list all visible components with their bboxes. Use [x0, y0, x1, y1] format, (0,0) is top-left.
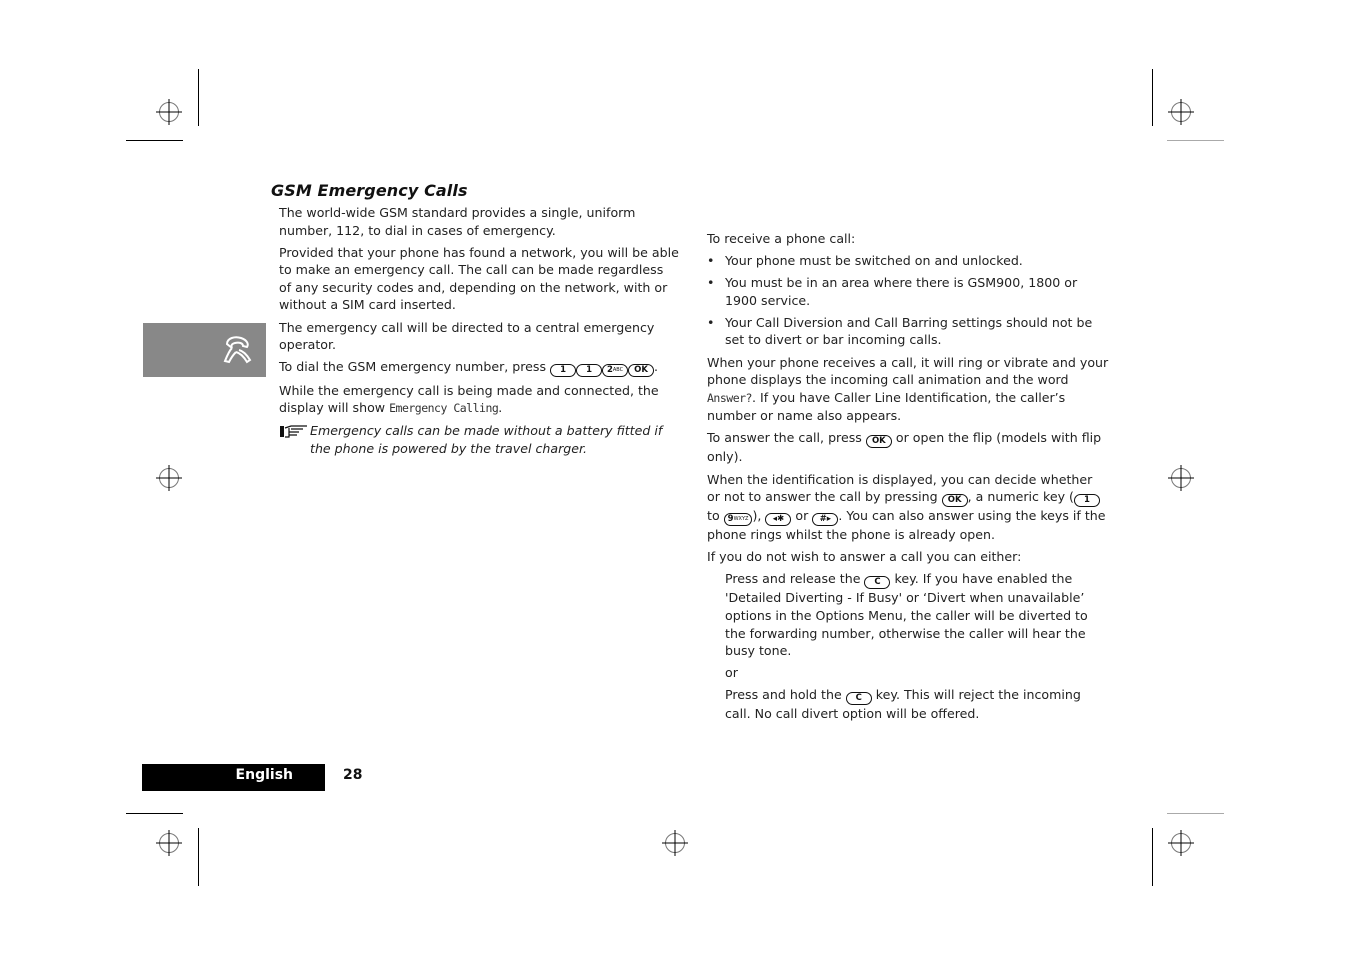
note-text: Emergency calls can be made without a ba… — [310, 423, 663, 457]
paragraph: When your phone receives a call, it will… — [707, 354, 1109, 425]
key-1-icon: 1 — [1073, 494, 1100, 508]
registration-mark-icon — [156, 465, 182, 491]
key-letters: WXYZ — [733, 516, 749, 523]
text: When your phone receives a call, it will… — [707, 354, 1109, 388]
text: To dial the GSM emergency number, press — [279, 359, 547, 375]
option-paragraph: Press and hold the C key. This will reje… — [707, 686, 1109, 723]
key-9-icon: 9WXYZ — [723, 513, 753, 527]
registration-mark-icon — [1168, 465, 1194, 491]
key-1-icon: 1 — [550, 364, 577, 378]
crop-mark — [1167, 140, 1224, 141]
section-title: GSM Emergency Calls — [271, 181, 468, 200]
text: ), — [752, 508, 762, 524]
crop-mark — [126, 140, 183, 141]
page-number: 28 — [343, 767, 363, 783]
text: To answer the call, press — [707, 430, 862, 446]
registration-mark-icon — [156, 830, 182, 856]
paragraph: Provided that your phone has found a net… — [279, 244, 679, 313]
paragraph: While the emergency call is being made a… — [279, 382, 679, 418]
key-c-icon: C — [845, 692, 872, 706]
crop-mark — [198, 828, 199, 886]
registration-mark-icon — [156, 99, 182, 125]
pointing-hand-note-icon — [280, 425, 307, 439]
paragraph: To answer the call, press OK or open the… — [707, 429, 1109, 466]
registration-mark-icon — [1168, 830, 1194, 856]
text: , a numeric key ( — [967, 489, 1074, 505]
left-column: The world-wide GSM standard provides a s… — [279, 204, 679, 462]
text: Press and release the — [725, 571, 861, 587]
key-hash-icon: #▸ — [812, 513, 839, 527]
crop-mark — [1152, 828, 1153, 886]
text: . — [498, 400, 503, 416]
crop-mark — [1167, 813, 1224, 814]
paragraph: The emergency call will be directed to a… — [279, 319, 655, 353]
language-label: English — [235, 767, 293, 783]
list-item: You must be in an area where there is GS… — [707, 274, 1109, 309]
crop-mark — [1152, 69, 1153, 126]
registration-mark-icon — [662, 830, 688, 856]
key-2-icon: 2ABC — [602, 364, 629, 378]
text: . If you have Caller Line Identification… — [707, 389, 1066, 424]
key-ok-icon: OK — [865, 435, 892, 449]
registration-mark-icon — [1168, 99, 1194, 125]
paragraph: When the identification is displayed, yo… — [707, 471, 1109, 544]
emergency-phone-icon — [223, 336, 252, 364]
key-star-icon: ◂✱ — [765, 513, 792, 527]
display-text: Answer? — [707, 390, 752, 405]
list-item: Your Call Diversion and Call Barring set… — [707, 314, 1109, 349]
key-1-icon: 1 — [576, 364, 603, 378]
language-bar: English — [142, 764, 325, 791]
requirements-list: Your phone must be switched on and unloc… — [707, 252, 1109, 349]
key-ok-icon: OK — [941, 494, 968, 508]
crop-mark — [198, 69, 199, 126]
right-column: To receive a phone call: Your phone must… — [707, 230, 1109, 727]
text: . — [654, 359, 659, 375]
option-paragraph: Press and release the C key. If you have… — [707, 570, 1109, 659]
display-text: Emergency Calling — [389, 401, 499, 416]
crop-mark — [126, 813, 183, 814]
paragraph: To receive a phone call: — [707, 231, 856, 246]
list-item: Your phone must be switched on and unloc… — [707, 252, 1109, 270]
paragraph: To dial the GSM emergency number, press … — [279, 358, 679, 378]
text: or — [795, 508, 809, 524]
or-text: or — [725, 665, 738, 681]
note: Emergency calls can be made without a ba… — [279, 422, 679, 457]
key-letters: ABC — [612, 367, 624, 374]
text: to — [707, 508, 720, 524]
text: Press and hold the — [725, 687, 842, 703]
section-tab — [143, 323, 266, 377]
key-c-icon: C — [864, 576, 891, 590]
paragraph: The world-wide GSM standard provides a s… — [279, 205, 636, 238]
key-ok-icon: OK — [628, 364, 655, 378]
paragraph: If you do not wish to answer a call you … — [707, 549, 1022, 565]
